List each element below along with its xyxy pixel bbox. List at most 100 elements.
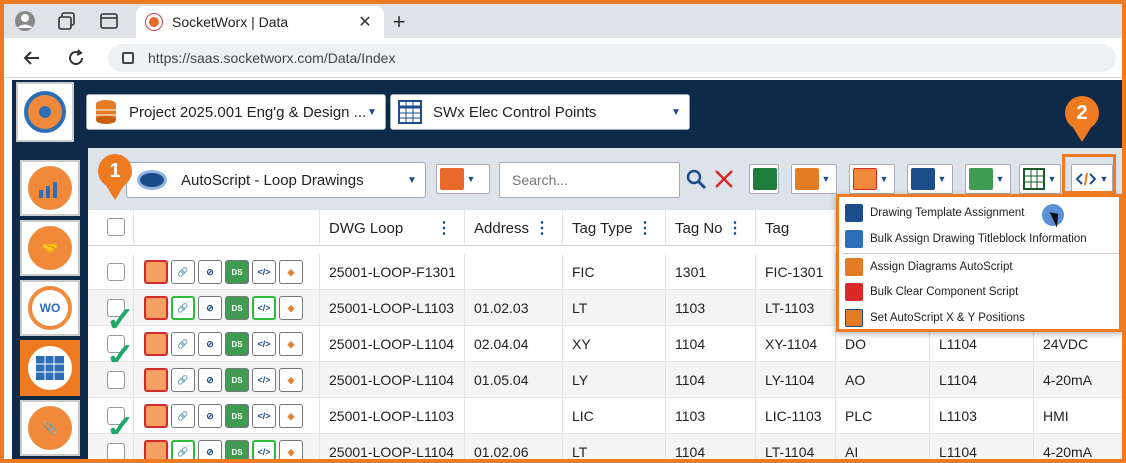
table-row[interactable]: 🔗 ⊘ DS </> ◈ 25001-LOOP-L1104 01.02.06 LT 1104 LT… xyxy=(88,434,1122,459)
select-all-checkbox[interactable] xyxy=(107,218,125,236)
table-row[interactable]: 🔗 ⊘ DS </> ◈ 25001-LOOP-L1104 01.05.04 LY 1104 LY… xyxy=(88,362,1122,398)
cell-loop: L1103 xyxy=(930,398,1034,434)
browser-tab-socketworx[interactable]: SocketWorx | Data ✕ xyxy=(136,6,384,38)
sidebar-handshake-button[interactable]: 🤝 xyxy=(20,220,80,276)
tag-edit-icon[interactable] xyxy=(144,332,168,356)
close-tab-icon[interactable]: ✕ xyxy=(354,12,376,32)
tag-script-icon[interactable]: ◈ xyxy=(279,404,303,428)
tag-edit-icon[interactable] xyxy=(144,440,168,459)
attachment-remove-icon[interactable]: ⊘ xyxy=(198,368,222,392)
search-button[interactable] xyxy=(685,164,709,194)
attachment-icon[interactable]: 🔗 xyxy=(171,332,195,356)
template-icon xyxy=(845,204,863,222)
tab-actions-icon[interactable] xyxy=(98,10,120,32)
lock-icon xyxy=(122,52,134,64)
export-excel-button[interactable] xyxy=(749,164,779,194)
profile-icon[interactable] xyxy=(14,10,36,32)
ds-icon[interactable]: DS xyxy=(225,260,249,284)
cell-signal: 4-20mA xyxy=(1043,444,1093,459)
script-icon[interactable]: </> xyxy=(252,368,276,392)
tag-edit-icon[interactable] xyxy=(144,404,168,428)
search-input[interactable] xyxy=(500,163,679,197)
script-icon[interactable]: </> xyxy=(252,296,276,320)
tag-tools-button[interactable]: ▼ xyxy=(849,164,895,194)
cell-tag: LY-1104 xyxy=(756,362,836,398)
row-checkbox[interactable] xyxy=(107,371,125,389)
tag-edit-icon[interactable] xyxy=(144,368,168,392)
tag-edit-icon[interactable] xyxy=(144,296,168,320)
url-bar[interactable]: https://saas.socketworx.com/Data/Index xyxy=(108,44,1116,72)
script-icon[interactable]: </> xyxy=(252,260,276,284)
column-dwg-loop[interactable]: DWG Loop ⋮ xyxy=(320,210,465,246)
attachment-icon[interactable]: 🔗 xyxy=(171,440,195,459)
column-tag-type[interactable]: Tag Type ⋮ xyxy=(563,210,666,246)
tag-script-icon[interactable]: ◈ xyxy=(279,260,303,284)
attachment-remove-icon[interactable]: ⊘ xyxy=(198,404,222,428)
column-menu-icon[interactable]: ⋮ xyxy=(534,218,550,238)
column-address[interactable]: Address ⋮ xyxy=(465,210,563,246)
ds-icon[interactable]: DS xyxy=(225,440,249,459)
attachment-remove-icon[interactable]: ⊘ xyxy=(198,260,222,284)
callout-one-tail xyxy=(105,184,125,200)
row-checkbox[interactable] xyxy=(107,443,125,459)
workspaces-icon[interactable] xyxy=(56,10,78,32)
menu-item-drawing-template[interactable]: Drawing Template Assignment xyxy=(845,201,1024,225)
table-row[interactable]: 🔗 ⊘ DS </> ◈ 25001-LOOP-L1103 LIC 1103 LIC-1103 P… xyxy=(88,398,1122,434)
tag-script-icon[interactable]: ◈ xyxy=(279,296,303,320)
cell-tag-type: XY xyxy=(563,326,666,362)
script-icon[interactable]: </> xyxy=(252,440,276,459)
attachment-icon[interactable]: 🔗 xyxy=(171,368,195,392)
project-dropdown[interactable]: Project 2025.001 Eng'g & Design ... ▼ xyxy=(86,94,386,130)
menu-item-assign-diagrams[interactable]: Assign Diagrams AutoScript xyxy=(845,255,1013,279)
cell-dwg-loop: 25001-LOOP-L1104 xyxy=(320,434,465,459)
ds-icon[interactable]: DS xyxy=(225,296,249,320)
view-selector-dropdown[interactable]: AutoScript - Loop Drawings ▼ xyxy=(126,162,426,198)
sidebar-analytics-button[interactable] xyxy=(20,160,80,216)
column-tag[interactable]: Tag xyxy=(756,210,836,246)
cell-signal: HMI xyxy=(1043,408,1069,424)
attachment-icon[interactable]: 🔗 xyxy=(171,260,195,284)
column-menu-icon[interactable]: ⋮ xyxy=(727,218,743,238)
reload-icon[interactable] xyxy=(64,46,88,70)
menu-item-bulk-clear[interactable]: Bulk Clear Component Script xyxy=(845,280,1018,304)
row-checkbox[interactable] xyxy=(107,263,125,281)
menu-item-set-xy[interactable]: Set AutoScript X & Y Positions xyxy=(845,306,1025,330)
app-frame: SocketWorx | Data ✕ + https://saas.socke… xyxy=(4,4,1122,459)
column-menu-icon[interactable]: ⋮ xyxy=(436,218,452,238)
attachment-icon[interactable]: 🔗 xyxy=(171,404,195,428)
column-menu-icon[interactable]: ⋮ xyxy=(637,218,653,238)
tag-script-icon[interactable]: ◈ xyxy=(279,332,303,356)
sidebar-work-order-button[interactable]: WO xyxy=(20,280,80,336)
script-icon[interactable]: </> xyxy=(252,404,276,428)
sidebar-data-button[interactable] xyxy=(20,340,80,396)
new-tab-button[interactable]: + xyxy=(386,9,412,35)
tag-script-icon[interactable]: ◈ xyxy=(279,440,303,459)
socketworx-logo[interactable] xyxy=(16,82,74,142)
row-actions: 🔗 ⊘ DS </> ◈ xyxy=(134,326,320,362)
tag-edit-icon[interactable] xyxy=(144,260,168,284)
attachment-remove-icon[interactable]: ⊘ xyxy=(198,332,222,356)
attachment-remove-icon[interactable]: ⊘ xyxy=(198,440,222,459)
back-arrow-icon[interactable] xyxy=(20,46,44,70)
dataset-dropdown[interactable]: SWx Elec Control Points ▼ xyxy=(390,94,690,130)
search-field[interactable] xyxy=(499,162,680,198)
attachment-icon[interactable]: 🔗 xyxy=(171,296,195,320)
tag-script-icon[interactable]: ◈ xyxy=(279,368,303,392)
report-button[interactable]: ▼ xyxy=(791,164,837,194)
ds-button[interactable]: ▼ xyxy=(965,164,1011,194)
ds-icon[interactable]: DS xyxy=(225,368,249,392)
callout-one: 1 xyxy=(98,154,132,188)
cell-tag: XY-1104 xyxy=(756,326,836,362)
sidebar-attachments-button[interactable]: 📎 xyxy=(20,400,80,456)
menu-item-bulk-titleblock[interactable]: Bulk Assign Drawing Titleblock Informati… xyxy=(845,227,1087,251)
ds-icon[interactable]: DS xyxy=(225,404,249,428)
column-tag-no[interactable]: Tag No ⋮ xyxy=(666,210,756,246)
clear-search-button[interactable] xyxy=(713,164,737,194)
chevron-down-icon: ▼ xyxy=(407,174,417,186)
views-button[interactable]: ▼ xyxy=(436,164,490,194)
attachments-button[interactable]: ▼ xyxy=(907,164,953,194)
ds-icon[interactable]: DS xyxy=(225,332,249,356)
script-icon[interactable]: </> xyxy=(252,332,276,356)
grid-layout-button[interactable]: ▼ xyxy=(1019,164,1061,194)
attachment-remove-icon[interactable]: ⊘ xyxy=(198,296,222,320)
